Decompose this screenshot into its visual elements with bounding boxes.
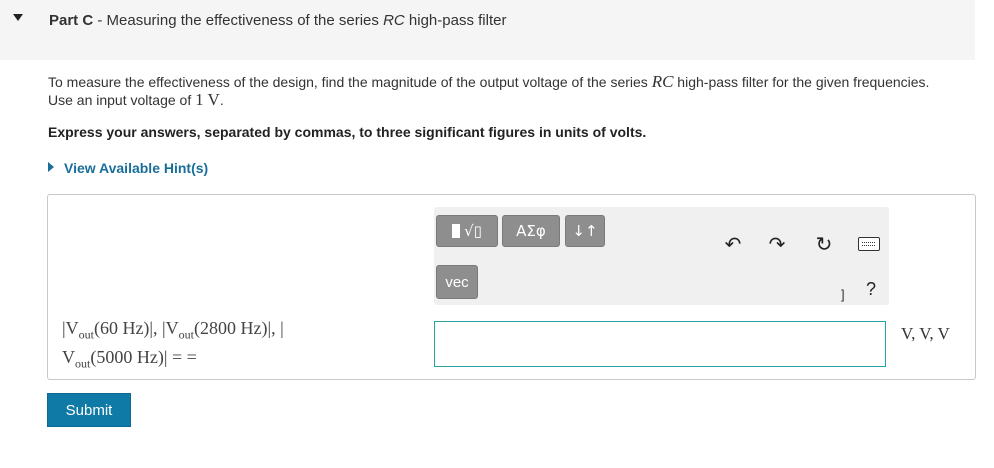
templates-button[interactable]: √▯ bbox=[436, 215, 498, 247]
part-title-rc: RC bbox=[383, 12, 405, 29]
prompt-equals: = = bbox=[167, 346, 197, 367]
help-icon[interactable]: ? bbox=[866, 279, 876, 300]
part-separator: - bbox=[93, 12, 107, 29]
submit-button[interactable]: Submit bbox=[47, 393, 131, 427]
hint-arrow-icon bbox=[48, 162, 54, 172]
instructions-text-1: To measure the effectiveness of the desi… bbox=[48, 74, 652, 90]
fraction-template-icon bbox=[452, 224, 461, 238]
prompt-v1-arg: (60 Hz)|, |V bbox=[93, 318, 179, 338]
math-toolbar: √▯ ΑΣφ ↓↑ vec ↶ ↷ ↻ ] ? bbox=[434, 207, 889, 305]
prompt-v1: |V bbox=[62, 318, 79, 338]
instructions-period: . bbox=[219, 92, 224, 108]
prompt-v1-sub: out bbox=[78, 327, 94, 342]
answer-box: √▯ ΑΣφ ↓↑ vec ↶ ↷ ↻ ] ? |Vout(60 Hz)|, |… bbox=[47, 194, 976, 380]
input-voltage-value: 1 V bbox=[195, 90, 220, 109]
part-title-suffix: high-pass filter bbox=[404, 12, 507, 29]
undo-icon[interactable]: ↶ bbox=[722, 233, 744, 255]
part-title-prefix: Measuring the effectiveness of the serie… bbox=[106, 12, 384, 29]
instructions: To measure the effectiveness of the desi… bbox=[48, 73, 958, 109]
prompt-v2-arg: (2800 Hz)|, | bbox=[193, 318, 284, 338]
answer-prompt: |Vout(60 Hz)|, |Vout(2800 Hz)|, | Vout(50… bbox=[62, 317, 322, 374]
reset-icon[interactable]: ↻ bbox=[813, 233, 835, 255]
vec-button[interactable]: vec bbox=[436, 265, 478, 299]
prompt-v3: V bbox=[62, 346, 75, 367]
view-hints-link[interactable]: View Available Hint(s) bbox=[48, 160, 208, 176]
prompt-v2-sub: out bbox=[178, 327, 194, 342]
templates-label: √▯ bbox=[464, 222, 482, 240]
collapse-caret-icon[interactable] bbox=[13, 14, 23, 21]
sort-button[interactable]: ↓↑ bbox=[565, 215, 605, 247]
prompt-v3-arg: (5000 Hz)| bbox=[90, 346, 168, 367]
redo-icon[interactable]: ↷ bbox=[766, 233, 788, 255]
bracket-glyph: ] bbox=[841, 287, 845, 302]
keyboard-icon[interactable] bbox=[858, 237, 880, 251]
part-header[interactable]: Part C - Measuring the effectiveness of … bbox=[0, 0, 975, 60]
prompt-v3-sub: out bbox=[75, 356, 91, 371]
hint-label: View Available Hint(s) bbox=[64, 160, 209, 176]
answer-format-note: Express your answers, separated by comma… bbox=[48, 124, 647, 140]
answer-units: V, V, V bbox=[901, 324, 950, 343]
answer-input[interactable] bbox=[434, 321, 886, 367]
part-label: Part C bbox=[49, 12, 94, 29]
part-title: Part C - Measuring the effectiveness of … bbox=[49, 12, 506, 29]
symbols-button[interactable]: ΑΣφ bbox=[502, 215, 560, 247]
instructions-rc: RC bbox=[651, 72, 674, 91]
